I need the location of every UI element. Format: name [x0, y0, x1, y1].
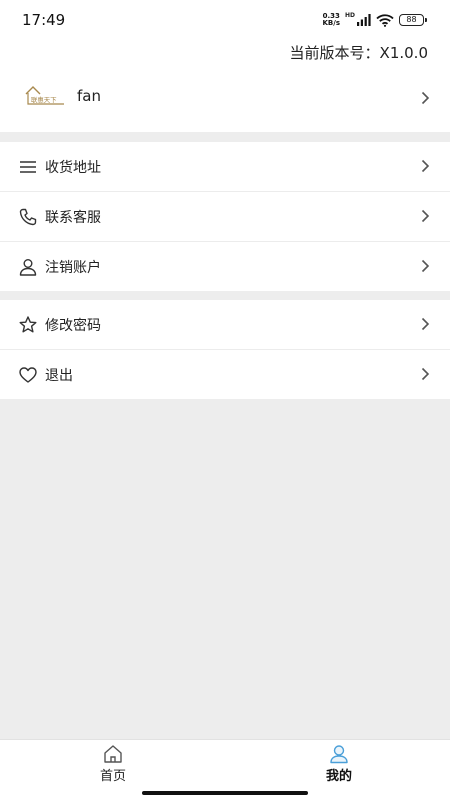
menu-label: 联系客服 — [45, 210, 101, 226]
network-speed: 0.33 KB/s — [323, 13, 340, 27]
heart-icon — [19, 367, 37, 383]
signal-icon — [357, 14, 371, 26]
home-indicator[interactable] — [142, 791, 308, 795]
menu-label: 修改密码 — [45, 318, 101, 334]
list-icon — [20, 161, 36, 173]
status-time: 17:49 — [22, 11, 66, 29]
brand-logo-text: 联惠天下 — [31, 95, 57, 104]
status-indicators: 0.33 KB/s HD 88 — [323, 11, 427, 29]
menu-item-logout[interactable]: 退出 — [0, 350, 450, 399]
menu-item-customer-service[interactable]: 联系客服 — [0, 192, 450, 242]
home-icon — [104, 745, 122, 763]
chevron-right-icon — [421, 91, 430, 105]
menu-item-change-password[interactable]: 修改密码 — [0, 300, 450, 350]
profile-row[interactable]: 联惠天下 fan — [0, 66, 450, 132]
username: fan — [77, 87, 101, 105]
version-row: 当前版本号：X1.0.0 — [0, 40, 450, 66]
menu-label: 退出 — [45, 368, 73, 384]
chevron-right-icon — [421, 317, 430, 331]
tab-home-label: 首页 — [99, 769, 126, 784]
tab-home[interactable]: 首页 — [83, 744, 143, 788]
hd-tag: HD — [344, 11, 355, 19]
chevron-right-icon — [421, 209, 430, 223]
star-icon — [19, 316, 37, 333]
bottom-nav: 首页 我的 — [0, 739, 450, 800]
chevron-right-icon — [421, 367, 430, 381]
menu-label: 注销账户 — [45, 260, 101, 276]
person-icon — [19, 259, 37, 276]
network-speed-unit: KB/s — [322, 19, 340, 27]
menu-item-delete-account[interactable]: 注销账户 — [0, 242, 450, 291]
menu-group-security: 修改密码 退出 — [0, 300, 450, 399]
chevron-right-icon — [421, 159, 430, 173]
tab-mine[interactable]: 我的 — [309, 744, 369, 788]
phone-icon — [19, 208, 37, 226]
menu-label: 收货地址 — [45, 160, 101, 176]
tab-mine-label: 我的 — [325, 769, 352, 784]
menu-item-shipping-address[interactable]: 收货地址 — [0, 142, 450, 192]
version-label: 当前版本号：X1.0.0 — [289, 44, 428, 62]
user-icon — [330, 745, 348, 764]
chevron-right-icon — [421, 259, 430, 273]
battery-indicator: 88 — [399, 14, 427, 26]
wifi-icon — [376, 13, 394, 27]
status-bar: 17:49 0.33 KB/s HD 88 — [0, 0, 450, 40]
brand-logo: 联惠天下 — [25, 86, 64, 105]
menu-group-account: 收货地址 联系客服 注销账户 — [0, 142, 450, 291]
